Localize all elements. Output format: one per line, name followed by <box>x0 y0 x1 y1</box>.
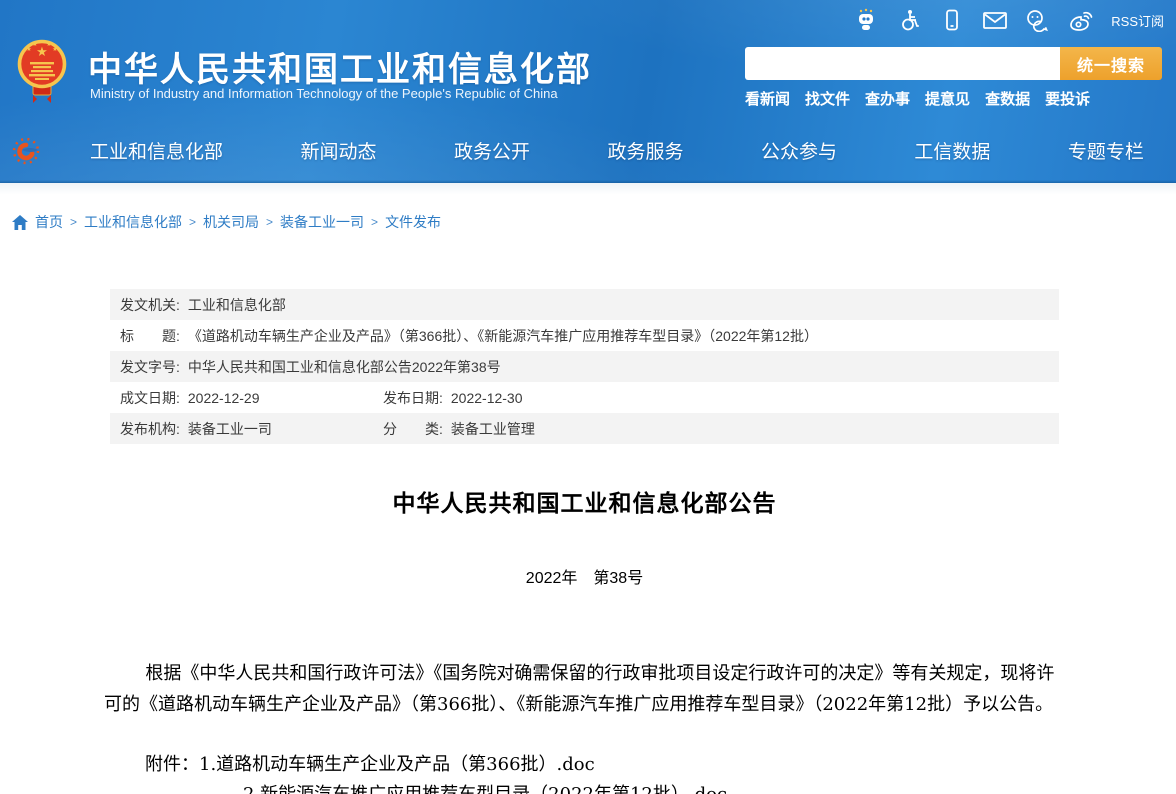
attachment-link-1[interactable]: 附件：1.道路机动车辆生产企业及产品（第366批）.doc <box>145 750 1059 780</box>
unified-search-button[interactable]: 统一搜索 <box>1060 47 1162 80</box>
meta-value: 装备工业一司 <box>188 419 272 439</box>
svg-text:★: ★ <box>32 41 37 48</box>
accessibility-icon[interactable] <box>896 7 922 33</box>
quick-links: 看新闻 找文件 查办事 提意见 查数据 要投诉 <box>745 88 1090 109</box>
nav-item-industry-data[interactable]: 工信数据 <box>914 137 990 164</box>
breadcrumb-departments[interactable]: 机关司局 <box>203 212 259 232</box>
meta-value: 2022-12-30 <box>451 390 523 406</box>
meta-value: 工业和信息化部 <box>188 295 286 315</box>
nav-item-gov-services[interactable]: 政务服务 <box>607 137 683 164</box>
svg-text:★: ★ <box>26 46 31 53</box>
nav-item-special-topics[interactable]: 专题专栏 <box>1068 137 1144 164</box>
wechat-icon[interactable] <box>1025 7 1051 33</box>
miit-logo-icon[interactable] <box>10 134 44 168</box>
quick-link-news[interactable]: 看新闻 <box>745 88 790 109</box>
breadcrumb-separator: > <box>266 215 273 229</box>
site-header: RSS订阅 ★ ★ ★ ★ ★ 中华人民共和国工业和信息化部 Ministry … <box>0 0 1176 183</box>
ai-assistant-icon[interactable] <box>853 7 879 33</box>
announcement-title: 中华人民共和国工业和信息化部公告 <box>110 484 1059 518</box>
announcement-issue-number: 2022年 第38号 <box>110 564 1059 588</box>
meta-label: 发文机关: <box>120 295 180 315</box>
attachments: 附件：1.道路机动车辆生产企业及产品（第366批）.doc 2.新能源汽车推广应… <box>110 750 1059 794</box>
meta-value: 《道路机动车辆生产企业及产品》（第366批）、《新能源汽车推广应用推荐车型目录》… <box>188 326 818 346</box>
meta-label: 分 类: <box>383 419 443 439</box>
meta-value: 中华人民共和国工业和信息化部公告2022年第38号 <box>188 357 501 377</box>
attachment-link-2[interactable]: 2.新能源汽车推广应用推荐车型目录（2022年第12批）.doc <box>243 780 1059 794</box>
meta-row-document-number: 发文字号: 中华人民共和国工业和信息化部公告2022年第38号 <box>110 351 1059 382</box>
breadcrumb-bar: 首页 > 工业和信息化部 > 机关司局 > 装备工业一司 > 文件发布 <box>0 183 1176 228</box>
breadcrumb-separator: > <box>371 215 378 229</box>
nav-item-miit[interactable]: 工业和信息化部 <box>90 137 223 164</box>
breadcrumb-miit[interactable]: 工业和信息化部 <box>84 212 182 232</box>
meta-label: 成文日期: <box>120 388 180 408</box>
rss-subscribe-link[interactable]: RSS订阅 <box>1111 11 1164 30</box>
breadcrumb-document-release[interactable]: 文件发布 <box>385 212 441 232</box>
quick-link-feedback[interactable]: 提意见 <box>925 88 970 109</box>
breadcrumb: 首页 > 工业和信息化部 > 机关司局 > 装备工业一司 > 文件发布 <box>12 212 441 232</box>
meta-value: 装备工业管理 <box>451 419 535 439</box>
nav-items: 工业和信息化部 新闻动态 政务公开 政务服务 公众参与 工信数据 专题专栏 <box>44 137 1176 164</box>
meta-label: 标 题: <box>120 326 180 346</box>
meta-row-publisher-category: 发布机构: 装备工业一司 分 类: 装备工业管理 <box>110 413 1059 444</box>
meta-label: 发布机构: <box>120 419 180 439</box>
mobile-icon[interactable] <box>939 7 965 33</box>
nav-item-participation[interactable]: 公众参与 <box>761 137 837 164</box>
breadcrumb-equipment-dept[interactable]: 装备工业一司 <box>280 212 364 232</box>
meta-label: 发文字号: <box>120 357 180 377</box>
quick-link-documents[interactable]: 找文件 <box>805 88 850 109</box>
utility-bar: RSS订阅 <box>853 6 1164 34</box>
meta-row-title: 标 题: 《道路机动车辆生产企业及产品》（第366批）、《新能源汽车推广应用推荐… <box>110 320 1059 351</box>
breadcrumb-separator: > <box>70 215 77 229</box>
meta-value: 2022-12-29 <box>188 390 260 406</box>
svg-text:★: ★ <box>46 41 51 48</box>
quick-link-services[interactable]: 查办事 <box>865 88 910 109</box>
search-input[interactable] <box>745 47 1060 80</box>
meta-row-issuing-authority: 发文机关: 工业和信息化部 <box>110 289 1059 320</box>
document-content: 发文机关: 工业和信息化部 标 题: 《道路机动车辆生产企业及产品》（第366批… <box>110 289 1059 794</box>
site-subtitle-en: Ministry of Industry and Information Tec… <box>90 86 558 101</box>
search-box: 统一搜索 <box>745 47 1162 80</box>
breadcrumb-separator: > <box>189 215 196 229</box>
home-icon[interactable] <box>12 215 28 230</box>
quick-link-complaint[interactable]: 要投诉 <box>1045 88 1090 109</box>
national-emblem: ★ ★ ★ ★ ★ <box>17 37 67 109</box>
nav-item-gov-info[interactable]: 政务公开 <box>454 137 530 164</box>
meta-row-dates: 成文日期: 2022-12-29 发布日期: 2022-12-30 <box>110 382 1059 413</box>
quick-link-data[interactable]: 查数据 <box>985 88 1030 109</box>
site-title: 中华人民共和国工业和信息化部 <box>88 42 592 91</box>
meta-label: 发布日期: <box>383 388 443 408</box>
document-meta-table: 发文机关: 工业和信息化部 标 题: 《道路机动车辆生产企业及产品》（第366批… <box>110 289 1059 444</box>
mail-icon[interactable] <box>982 7 1008 33</box>
main-nav: 工业和信息化部 新闻动态 政务公开 政务服务 公众参与 工信数据 专题专栏 <box>0 118 1176 183</box>
svg-text:★: ★ <box>52 46 57 53</box>
breadcrumb-home[interactable]: 首页 <box>35 212 63 232</box>
weibo-icon[interactable] <box>1068 7 1094 33</box>
nav-item-news[interactable]: 新闻动态 <box>300 137 376 164</box>
announcement-body: 根据《中华人民共和国行政许可法》《国务院对确需保留的行政审批项目设定行政许可的决… <box>104 658 1060 720</box>
